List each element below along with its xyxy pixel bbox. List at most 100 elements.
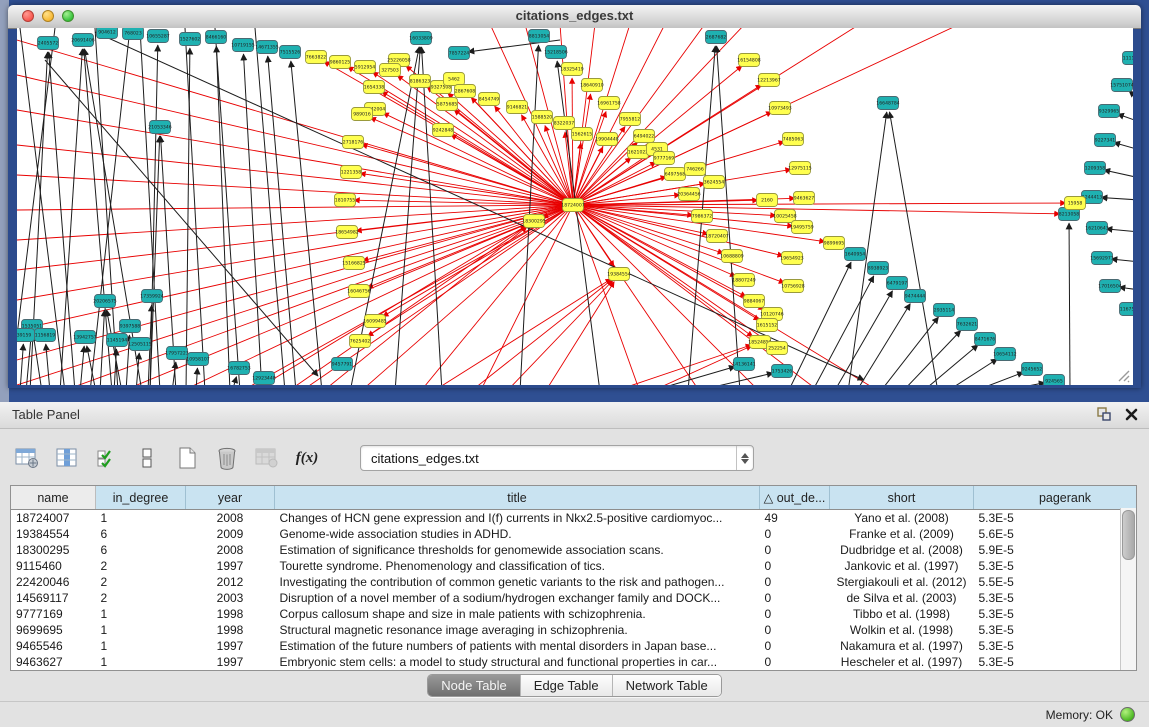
- graph-node[interactable]: 2405572: [38, 37, 59, 50]
- graph-node[interactable]: 16099485: [363, 315, 386, 328]
- table-row[interactable]: 977716911998Corpus callosum shape and si…: [11, 606, 1137, 622]
- graph-node[interactable]: 12923448: [252, 372, 275, 385]
- graph-node[interactable]: 1621022: [628, 146, 649, 159]
- graph-node[interactable]: 20364456: [677, 188, 700, 201]
- table-row[interactable]: 1830029562008Estimation of significance …: [11, 542, 1137, 558]
- graph-node[interactable]: 7986372: [692, 210, 713, 223]
- graph-node[interactable]: 12213967: [757, 74, 780, 87]
- graph-node[interactable]: 7485063: [783, 133, 804, 146]
- graph-node[interactable]: 19384554: [607, 268, 630, 281]
- table-row[interactable]: 1938455462009Genome-wide association stu…: [11, 526, 1137, 542]
- graph-node[interactable]: 15958: [1065, 197, 1086, 210]
- graph-node[interactable]: 1145194: [107, 334, 128, 347]
- graph-node[interactable]: 14136141: [732, 358, 755, 371]
- graph-node[interactable]: 1562615: [572, 128, 593, 141]
- network-canvas[interactable]: 2405572206914069046127680231065528715276…: [17, 28, 1133, 385]
- graph-node[interactable]: 18640910: [580, 79, 603, 92]
- graph-node[interactable]: 18300295: [522, 215, 545, 228]
- graph-node[interactable]: 19654923: [780, 252, 803, 265]
- graph-node[interactable]: 6479197: [887, 277, 908, 290]
- graph-node[interactable]: 16033809: [409, 32, 432, 45]
- graph-node[interactable]: 15751074: [1110, 79, 1133, 92]
- table-options-icon[interactable]: [14, 445, 40, 471]
- graph-node[interactable]: 1588520: [532, 111, 553, 124]
- graph-node[interactable]: 19495759: [790, 221, 813, 234]
- graph-node[interactable]: 18325419: [560, 63, 583, 76]
- graph-node[interactable]: 8466160: [206, 31, 227, 44]
- graph-node[interactable]: 8938923: [868, 262, 889, 275]
- graph-node[interactable]: 10719155: [231, 39, 254, 52]
- graph-node[interactable]: 18654982: [335, 226, 358, 239]
- graph-node[interactable]: 2160: [757, 194, 778, 207]
- graph-node[interactable]: 252254: [767, 342, 788, 355]
- graph-node[interactable]: 989016: [352, 108, 373, 121]
- graph-node[interactable]: 7663822: [306, 51, 327, 64]
- graph-node[interactable]: 9245652: [1022, 363, 1043, 376]
- graph-node[interactable]: 15218506: [544, 46, 567, 59]
- graph-node[interactable]: 18724007: [561, 199, 584, 212]
- graph-node[interactable]: 9457791: [332, 358, 353, 371]
- graph-node[interactable]: 15692971: [1090, 252, 1113, 265]
- graph-node[interactable]: 2687682: [706, 31, 727, 44]
- table-row[interactable]: 1456911722003Disruption of a novel membe…: [11, 590, 1137, 606]
- graph-node[interactable]: 16046756: [347, 285, 370, 298]
- graph-node[interactable]: 20691406: [71, 34, 94, 47]
- graph-node[interactable]: 1167534: [1120, 303, 1134, 316]
- column-select-icon[interactable]: [54, 445, 80, 471]
- function-icon[interactable]: f(x): [294, 445, 320, 471]
- graph-node[interactable]: 904612: [97, 28, 118, 39]
- graph-node[interactable]: 7955812: [620, 113, 641, 126]
- graph-node[interactable]: 1209358: [1085, 162, 1106, 175]
- graph-node[interactable]: 19904448: [595, 133, 618, 146]
- graph-node[interactable]: 17016504: [1098, 280, 1121, 293]
- graph-node[interactable]: 9227341: [1095, 134, 1116, 147]
- graph-node[interactable]: 16210643: [1085, 222, 1108, 235]
- table-scrollbar-thumb[interactable]: [1122, 510, 1135, 560]
- table-row[interactable]: 946362711997Embryonic stem cells: a mode…: [11, 654, 1137, 670]
- graph-node[interactable]: 2718176: [343, 136, 364, 149]
- graph-node[interactable]: 18807249: [732, 274, 755, 287]
- tab-network-table[interactable]: Network Table: [612, 675, 721, 696]
- graph-node[interactable]: 3624554: [704, 176, 725, 189]
- graph-node[interactable]: 16782753: [227, 362, 250, 375]
- graph-node[interactable]: 15166825: [342, 257, 365, 270]
- graph-node[interactable]: 7625402: [350, 335, 371, 348]
- graph-node[interactable]: 18720407: [705, 230, 728, 243]
- graph-node[interactable]: 1527602: [180, 33, 201, 46]
- column-header-in_degree[interactable]: in_degree: [96, 486, 186, 510]
- graph-node[interactable]: 768023: [123, 28, 144, 40]
- graph-node[interactable]: 7515526: [280, 46, 301, 59]
- graph-node[interactable]: 9474444: [905, 290, 926, 303]
- table-scrollbar[interactable]: [1120, 508, 1136, 670]
- graph-node[interactable]: 2935114: [934, 304, 955, 317]
- graph-node[interactable]: 10958107: [186, 353, 209, 366]
- graph-node[interactable]: 5912954: [355, 61, 376, 74]
- graph-node[interactable]: 924565: [1044, 375, 1065, 386]
- tab-edge-table[interactable]: Edge Table: [520, 675, 612, 696]
- trash-icon[interactable]: [214, 445, 240, 471]
- graph-node[interactable]: 327503: [380, 64, 401, 77]
- graph-node[interactable]: 1221358: [341, 166, 362, 179]
- table-row[interactable]: 969969511998Structural magnetic resonanc…: [11, 622, 1137, 638]
- resize-grip-icon[interactable]: [1115, 367, 1131, 383]
- column-header-year[interactable]: year: [186, 486, 275, 510]
- graph-node[interactable]: 8813054: [529, 30, 550, 43]
- graph-node[interactable]: 5875685: [437, 98, 458, 111]
- table-row[interactable]: 911546021997Tourette syndrome. Phenomeno…: [11, 558, 1137, 574]
- graph-node[interactable]: 20206575: [93, 295, 116, 308]
- graph-node[interactable]: 1615152: [757, 319, 778, 332]
- graph-node[interactable]: 1810755: [335, 194, 356, 207]
- graph-node[interactable]: 6494022: [634, 130, 655, 143]
- graph-node[interactable]: 9242848: [433, 124, 454, 137]
- window-titlebar[interactable]: citations_edges.txt: [8, 5, 1141, 29]
- graph-node[interactable]: 1753426: [772, 365, 793, 378]
- graph-node[interactable]: 13942757: [73, 331, 96, 344]
- checklist-icon[interactable]: [94, 445, 120, 471]
- graph-node[interactable]: 9860125: [330, 56, 351, 69]
- table-selector-dropdown[interactable]: citations_edges.txt: [360, 445, 754, 471]
- graph-node[interactable]: 8186323: [410, 75, 431, 88]
- column-header-out_de[interactable]: △ out_de...: [760, 486, 830, 510]
- graph-node[interactable]: 9146821: [507, 101, 528, 114]
- graph-node[interactable]: 17359924: [140, 290, 163, 303]
- graph-node[interactable]: 9463627: [794, 192, 815, 205]
